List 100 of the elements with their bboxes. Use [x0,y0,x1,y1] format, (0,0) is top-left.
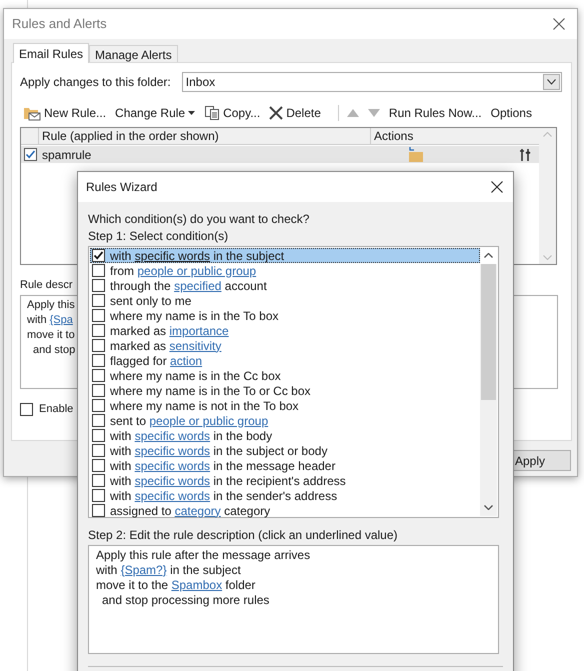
section-label: Step 1: Select condition(s) [88,229,228,244]
scroll-down-icon[interactable] [484,505,493,510]
checkbox[interactable] [92,309,105,322]
checkbox[interactable] [92,459,105,472]
link[interactable]: action [170,354,202,368]
close-icon[interactable] [553,18,565,30]
description-line: with {Spa [27,313,73,328]
condition-item[interactable]: where my name is in the Cc box [90,368,480,383]
condition-item[interactable]: sent to people or public group [90,413,480,428]
chevron-down-icon [542,74,560,90]
condition-label: through the specified account [110,278,267,292]
toolbar-button[interactable]: Change Rule [115,104,196,122]
link[interactable]: specific words [134,474,210,488]
condition-item[interactable]: with specific words in the subject or body [90,443,480,458]
link[interactable]: importance [169,324,229,338]
tools-icon [519,148,533,162]
rule-row[interactable]: spamrule [21,146,539,163]
column-header[interactable]: Actions [371,128,539,144]
condition-item[interactable]: where my name is in the To box [90,308,480,323]
link[interactable]: specific words [134,444,210,458]
link[interactable]: {Spam?} [120,563,167,577]
condition-label: where my name is in the To box [110,308,279,322]
column-header[interactable]: Rule (applied in the order shown) [39,128,371,144]
condition-item[interactable]: where my name is not in the To box [90,398,480,413]
checkbox[interactable] [92,444,105,457]
folder-dropdown[interactable]: Inbox [182,72,562,92]
checkbox[interactable] [92,369,105,382]
condition-label: marked as sensitivity [110,338,222,352]
checkbox[interactable] [92,294,105,307]
condition-label: with specific words in the sender's address [110,488,338,502]
checkbox[interactable] [92,504,105,517]
condition-label: with specific words in the subject [110,248,284,262]
link[interactable]: people or public group [137,264,256,278]
checkbox[interactable] [92,429,105,442]
condition-item[interactable]: with specific words in the sender's address [90,488,480,503]
condition-label: with specific words in the recipient's address [110,474,346,488]
condition-label: with specific words in the subject or body [110,444,328,458]
condition-item[interactable]: through the specified account [90,278,480,293]
checkbox[interactable] [92,354,105,367]
link[interactable]: specific words [134,248,210,262]
condition-label: flagged for action [110,354,202,368]
condition-item[interactable]: with specific words in the message header [90,458,480,473]
description-line: with {Spam?} in the subject [96,563,241,578]
checkbox[interactable] [92,384,105,397]
toolbar-button[interactable]: Run Rules Now... [388,104,482,122]
condition-item[interactable]: with specific words in the subject [90,248,480,263]
checkbox[interactable] [92,489,105,502]
tab[interactable]: Manage Alerts [89,45,178,62]
condition-item[interactable]: assigned to category category [90,503,480,518]
folder-label: Apply changes to this folder: [20,74,171,91]
close-icon[interactable] [491,181,503,193]
scroll-up-icon[interactable] [484,253,493,258]
checkbox[interactable] [92,399,105,412]
link[interactable]: {Spa [50,314,73,326]
description-line: move it to [27,328,75,343]
link[interactable]: people or public group [149,414,268,428]
condition-item[interactable]: marked as sensitivity [90,338,480,353]
description-line: Apply this rule after the message arrives [96,548,310,563]
toolbar-button[interactable]: Delete [269,104,321,122]
condition-item[interactable]: marked as importance [90,323,480,338]
copy-icon [204,105,220,121]
rule-name: spamrule [41,146,92,164]
question-text: Which condition(s) do you want to check? [88,212,310,227]
checkbox[interactable] [92,264,105,277]
checkbox[interactable] [92,339,105,352]
checkbox[interactable] [20,402,33,416]
condition-item[interactable]: where my name is in the To or Cc box [90,383,480,398]
window-title: Rules Wizard [86,179,158,196]
caret-icon [188,111,196,115]
description-line: and stop processing more rules [101,593,270,608]
condition-item[interactable]: sent only to me [90,293,480,308]
checkbox[interactable] [92,249,105,262]
link[interactable]: specified [174,278,222,292]
section-label: Step 2: Edit the rule description (click an underlined value) [88,528,398,543]
toolbar-button[interactable]: New Rule... [23,104,106,122]
checkbox[interactable] [92,474,105,487]
condition-item[interactable]: flagged for action [90,353,480,368]
toolbar-button[interactable]: Copy... [204,104,260,122]
condition-label: marked as importance [110,324,229,338]
condition-label: with specific words in the body [110,428,272,442]
tab[interactable]: Email Rules [13,43,90,63]
checkbox[interactable] [92,414,105,427]
condition-label: where my name is in the Cc box [110,368,281,382]
checkbox[interactable] [92,324,105,337]
scroll-thumb[interactable] [481,264,496,400]
link[interactable]: sensitivity [169,338,222,352]
up-triangle-icon [346,109,359,117]
link[interactable]: specific words [134,428,210,442]
link[interactable]: Spambox [171,578,222,592]
condition-item[interactable]: with specific words in the recipient's address [90,473,480,488]
link[interactable]: specific words [134,458,210,472]
window-title: Rules and Alerts [12,15,107,34]
condition-item[interactable]: with specific words in the body [90,428,480,443]
description-line: and stop [32,343,76,358]
link[interactable]: specific words [134,488,210,502]
link[interactable]: category [174,504,221,518]
toolbar-button[interactable]: Options [490,104,532,122]
checkbox[interactable] [24,148,36,161]
condition-item[interactable]: from people or public group [90,263,480,278]
checkbox[interactable] [92,279,105,292]
